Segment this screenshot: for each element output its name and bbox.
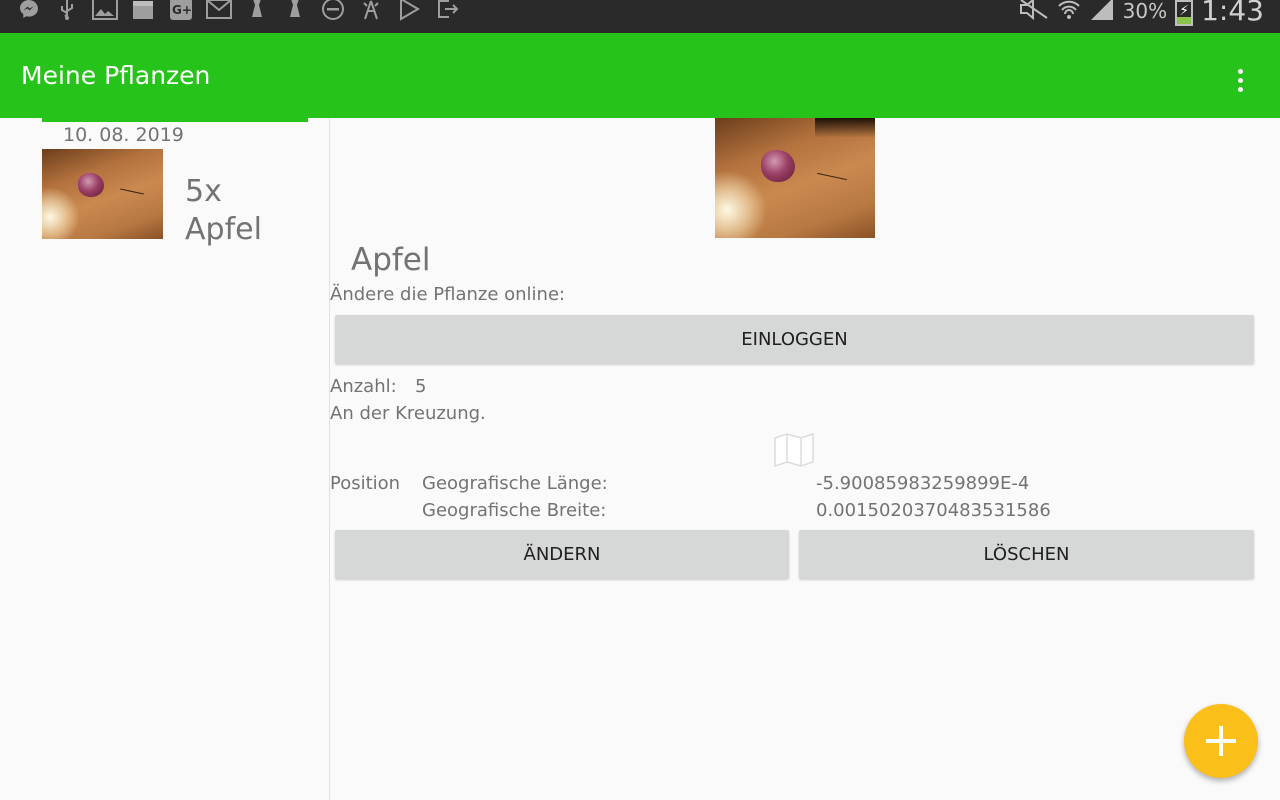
system-status: 30% ⚡ 1:43 xyxy=(1019,0,1264,27)
online-edit-prompt: Ändere die Pflanze online: xyxy=(330,284,566,305)
list-item-name: Apfel xyxy=(185,212,262,247)
battery-percent: 30% xyxy=(1122,0,1168,23)
do-not-disturb-icon xyxy=(320,0,346,22)
plant-photo[interactable] xyxy=(715,118,875,238)
app-title: Meine Pflanzen xyxy=(21,61,211,90)
plant-detail: Apfel Ändere die Pflanze online: EINLOGG… xyxy=(330,118,1280,800)
google-plus-icon: G+ xyxy=(168,0,194,22)
plant-name: Apfel xyxy=(351,242,431,278)
signal-tower-icon xyxy=(358,0,384,22)
mute-icon xyxy=(1019,0,1049,24)
longitude-value: -5.90085983259899E-4 xyxy=(816,473,1030,494)
count-value: 5 xyxy=(415,376,427,397)
calendar-icon xyxy=(130,0,156,22)
map-icon[interactable] xyxy=(773,432,815,468)
login-button[interactable]: EINLOGGEN xyxy=(335,315,1254,364)
plant-list: 10. 08. 2019 5x Apfel xyxy=(0,118,330,800)
status-bar: G+ 30% ⚡ 1:43 xyxy=(0,0,1280,33)
plant-description: An der Kreuzung. xyxy=(330,403,486,424)
overflow-menu-icon[interactable] xyxy=(1226,66,1254,94)
longitude-label: Geografische Länge: xyxy=(422,473,608,494)
list-item[interactable]: 10. 08. 2019 5x Apfel xyxy=(42,118,308,258)
play-store-icon xyxy=(396,0,422,22)
list-item-quantity: 5x xyxy=(185,174,222,209)
svg-text:G+: G+ xyxy=(172,3,192,17)
clock: 1:43 xyxy=(1201,0,1264,27)
count-label: Anzahl: xyxy=(330,376,397,397)
selected-indicator xyxy=(42,118,308,122)
list-item-date: 10. 08. 2019 xyxy=(63,124,184,146)
add-plant-button[interactable] xyxy=(1184,704,1258,778)
usb-icon xyxy=(54,0,80,22)
image-icon xyxy=(92,0,118,22)
mail-icon xyxy=(206,0,232,22)
wifi-icon xyxy=(1057,0,1081,24)
delete-button[interactable]: LÖSCHEN xyxy=(799,530,1254,579)
latitude-label: Geografische Breite: xyxy=(422,500,607,521)
chess-piece-icon xyxy=(282,0,308,22)
battery-icon: ⚡ xyxy=(1175,0,1194,26)
plant-thumbnail xyxy=(42,149,163,239)
messenger-icon xyxy=(16,0,42,22)
latitude-value: 0.0015020370483531586 xyxy=(816,500,1051,521)
position-label: Position xyxy=(330,473,401,494)
edit-button[interactable]: ÄNDERN xyxy=(335,530,789,579)
exit-icon xyxy=(434,0,460,22)
notification-icons: G+ xyxy=(16,0,460,22)
cell-signal-icon xyxy=(1089,0,1115,24)
chess-piece-icon xyxy=(244,0,270,22)
app-bar: Meine Pflanzen xyxy=(0,33,1280,118)
